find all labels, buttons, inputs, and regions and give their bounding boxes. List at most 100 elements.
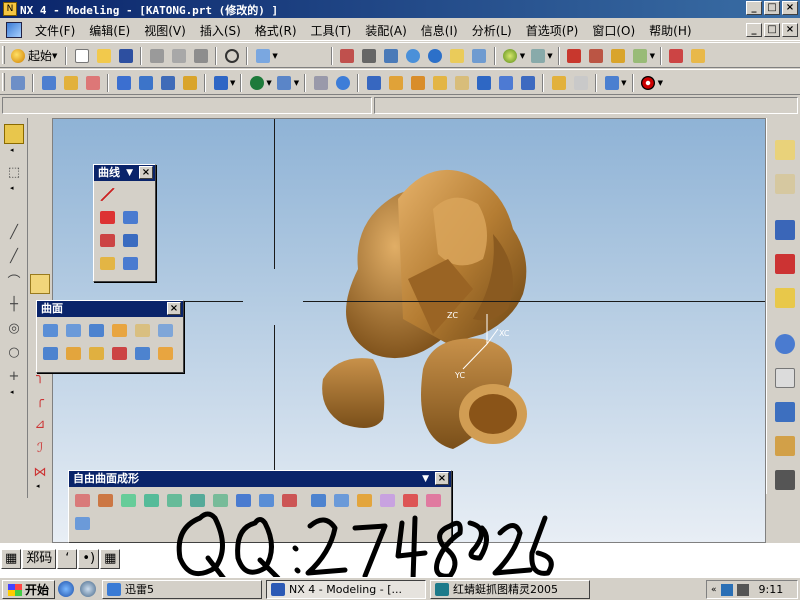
tray-expand-icon[interactable]: « [711,585,717,595]
offset-curve-button[interactable] [98,231,117,250]
extrude-button[interactable] [39,73,58,92]
taskbar-xunlei[interactable]: 迅雷5 [102,580,262,599]
curve-panel-close-button[interactable]: × [139,166,153,179]
quicklaunch-icon[interactable] [80,581,96,597]
system-materials-icon[interactable] [775,436,795,456]
mesh-button[interactable] [87,321,106,340]
arc-icon[interactable]: ⌒ [4,270,24,290]
minimize-button[interactable]: _ [746,1,762,15]
polygon-button[interactable] [98,208,117,227]
views-button[interactable] [528,46,547,65]
maximize-button[interactable]: □ [764,1,780,15]
split-body-button[interactable] [518,73,537,92]
line-button[interactable] [98,185,117,204]
trim-body-button[interactable] [496,73,515,92]
curve-panel-title[interactable]: 曲线 ▼ × [94,165,155,181]
trim-sheet-button[interactable] [133,344,152,363]
circle-icon[interactable]: ◎ [4,318,24,338]
boss-button[interactable] [275,73,294,92]
menu-help[interactable]: 帮助(H) [642,22,698,39]
open-button[interactable] [94,46,113,65]
menu-insert[interactable]: 插入(S) [193,22,248,39]
process-studio-icon[interactable] [775,470,795,490]
fit-button[interactable] [338,46,357,65]
offset-button[interactable] [452,73,471,92]
scale-button[interactable] [474,73,493,92]
pan-button[interactable] [448,46,467,65]
block-button[interactable] [114,73,133,92]
ime-logo-icon[interactable]: ▦ [1,549,22,569]
revolve-button[interactable] [61,73,80,92]
clock-icon[interactable] [775,334,795,354]
doc-close-button[interactable]: × [782,23,798,37]
menu-edit[interactable]: 编辑(E) [82,22,137,39]
point-icon[interactable]: ┼ [4,294,24,314]
thicken-button[interactable] [64,344,83,363]
edge-blend-button[interactable] [364,73,383,92]
i-form-button[interactable] [96,491,115,510]
swept-button[interactable] [110,321,129,340]
taskbar-screenshot-tool[interactable]: 红蜻蜓抓图精灵2005 [430,580,590,599]
n-sided-button[interactable] [41,344,60,363]
through-curves-button[interactable] [41,321,60,340]
menu-file[interactable]: 文件(F) [28,22,82,39]
divide-curve-button[interactable]: ℐ [30,438,50,458]
shell-button[interactable] [408,73,427,92]
menu-format[interactable]: 格式(R) [248,22,304,39]
instance-button[interactable] [549,73,568,92]
paste-button[interactable] [191,46,210,65]
boolean-button[interactable] [211,73,230,92]
menu-view[interactable]: 视图(V) [137,22,193,39]
pocket-button[interactable] [311,73,330,92]
start-button[interactable]: 起始 ▼ [8,46,60,65]
x-form-button[interactable] [73,491,92,510]
doc-minimize-button[interactable]: _ [746,23,762,37]
close-button[interactable]: × [782,1,798,15]
layer-button[interactable] [587,46,606,65]
document-icon[interactable] [6,22,22,38]
ruled-button[interactable] [64,321,83,340]
line2-icon[interactable]: ╱ [4,246,24,266]
taskbar-start-button[interactable]: 开始 [2,580,56,599]
cylinder-button[interactable] [136,73,155,92]
volume-icon[interactable] [736,583,749,596]
shaded-button[interactable] [501,46,520,65]
feature-op-button[interactable] [602,73,621,92]
reposition-button[interactable] [73,514,92,533]
help-icon[interactable] [775,288,795,308]
assembly-navigator-icon[interactable] [775,140,795,160]
enlarge-button[interactable] [142,491,161,510]
circle2-icon[interactable]: ○ [4,342,24,362]
copy-button[interactable] [169,46,188,65]
new-button[interactable] [72,46,91,65]
extension-button[interactable] [110,344,129,363]
cut-button[interactable] [147,46,166,65]
toolbar-grip[interactable] [2,46,5,64]
sphere-button[interactable] [180,73,199,92]
menu-analysis[interactable]: 分析(L) [465,22,519,39]
rotate-button[interactable] [426,46,445,65]
menu-assemblies[interactable]: 装配(A) [358,22,414,39]
undo-button[interactable] [222,46,241,65]
trim-curve-button[interactable]: ⊿ [30,414,50,434]
select-button[interactable] [253,46,272,65]
pad-button[interactable] [333,73,352,92]
save-button[interactable] [116,46,135,65]
ime-fullwidth-toggle[interactable]: ʻ [57,549,78,569]
surface-panel-close-button[interactable]: × [167,302,181,315]
chamfer-button[interactable] [386,73,405,92]
analysis-button[interactable] [689,46,708,65]
display-button[interactable] [631,46,650,65]
zoom-button[interactable] [360,46,379,65]
bridge-curve-button[interactable] [121,231,140,250]
cone-button[interactable] [158,73,177,92]
freeform-panel-close-button[interactable]: × [435,472,449,485]
part-navigator-icon[interactable] [775,174,795,194]
zoom-in-button[interactable] [382,46,401,65]
patch-button[interactable] [156,344,175,363]
draft-button[interactable] [430,73,449,92]
toolbar-grip-2[interactable] [2,73,5,91]
menu-tools[interactable]: 工具(T) [304,22,359,39]
snap-point-button[interactable] [4,124,24,144]
section-button[interactable] [133,321,152,340]
